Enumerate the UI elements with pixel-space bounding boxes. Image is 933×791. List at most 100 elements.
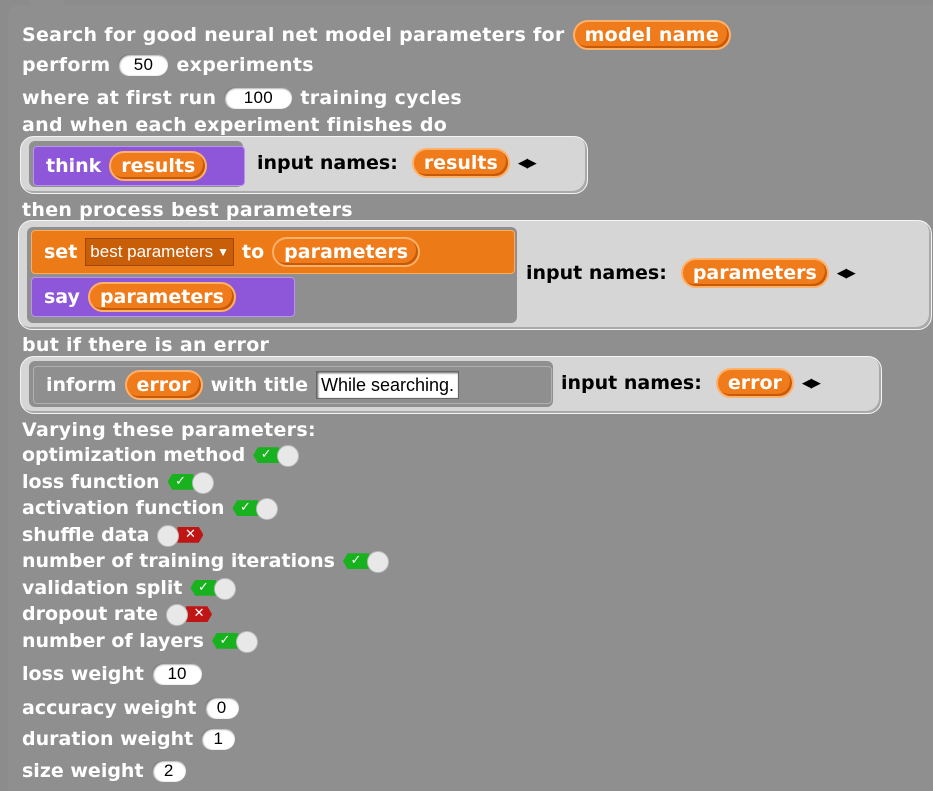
perform-line: perform 50 experiments: [22, 54, 314, 76]
with-title-label: with title: [210, 374, 308, 396]
parameter-toggle-off[interactable]: ✕: [164, 603, 216, 627]
think-block[interactable]: think results: [33, 146, 245, 186]
x-icon: ✕: [177, 526, 204, 543]
say-parameters-reporter[interactable]: parameters: [87, 282, 236, 312]
parameters-reporter[interactable]: parameters: [272, 237, 421, 267]
weight-row: accuracy weight 0: [22, 695, 239, 722]
results-reporter[interactable]: results: [109, 151, 208, 181]
parameter-row: number of layers ✓: [22, 628, 393, 655]
when-finishes-line: and when each experiment finishes do: [22, 114, 447, 136]
say-block[interactable]: say parameters: [31, 277, 295, 317]
error-line: but if there is an error: [22, 334, 269, 356]
input-names-label: input names:: [257, 152, 398, 174]
parameter-label: dropout rate: [22, 603, 159, 626]
parameter-list: optimization method ✓ loss function ✓ activa…: [22, 442, 393, 654]
training-cycles-input[interactable]: 100: [224, 87, 293, 109]
weight-label: accuracy weight: [22, 697, 197, 720]
results-input-name[interactable]: results: [411, 148, 510, 178]
parameter-row: dropout rate ✕: [22, 601, 393, 628]
inform-block[interactable]: inform error with title While searching.: [33, 366, 552, 404]
toggle-knob: [157, 524, 180, 547]
dropdown-arrow-icon: ▼: [217, 245, 230, 259]
finish-ring[interactable]: think results input names: results ◀▶: [20, 136, 588, 194]
parameter-toggle-on[interactable]: ✓: [188, 577, 240, 600]
toggle-knob: [235, 630, 258, 653]
parameter-row: activation function ✓: [22, 495, 393, 522]
error-ring[interactable]: inform error with title While searching.…: [20, 356, 882, 414]
experiments-count-input[interactable]: 50: [118, 54, 169, 76]
weight-row: size weight 2: [22, 758, 186, 785]
perform-label: perform: [22, 54, 111, 76]
weight-row: duration weight 1: [22, 726, 236, 753]
weight-input[interactable]: 0: [204, 697, 239, 720]
checkmark-icon: ✓: [167, 473, 194, 490]
block-notch: [30, 0, 64, 10]
toggle-knob: [256, 498, 279, 521]
parameter-label: validation split: [22, 576, 183, 599]
parameters-input-name[interactable]: parameters: [680, 258, 829, 288]
parameter-row: validation split ✓: [22, 575, 393, 602]
checkmark-icon: ✓: [342, 553, 369, 570]
best-ring-inputs: input names: parameters ◀▶: [526, 258, 856, 288]
parameter-toggle-on[interactable]: ✓: [251, 444, 303, 468]
first-run-label: where at first run: [22, 87, 217, 109]
error-reporter[interactable]: error: [124, 370, 203, 400]
title-input[interactable]: While searching.: [315, 371, 460, 399]
arrows-icon[interactable]: ◀▶: [837, 266, 856, 281]
weight-label: size weight: [22, 760, 144, 783]
input-names-label: input names:: [561, 372, 702, 394]
varying-line: Varying these parameters:: [22, 419, 316, 441]
toggle-knob: [366, 551, 389, 574]
arrows-icon[interactable]: ◀▶: [802, 376, 821, 391]
parameter-label: activation function: [22, 497, 225, 520]
parameter-toggle-on[interactable]: ✓: [230, 497, 282, 521]
varying-label: Varying these parameters:: [22, 419, 316, 441]
error-label: but if there is an error: [22, 334, 270, 356]
error-input-name[interactable]: error: [715, 368, 794, 398]
checkmark-icon: ✓: [211, 632, 238, 649]
say-label: say: [44, 286, 80, 308]
model-name-reporter[interactable]: model name: [572, 20, 732, 50]
neural-net-search-block[interactable]: Search for good neural net model paramet…: [8, 0, 933, 791]
toggle-knob: [191, 471, 214, 494]
input-names-label: input names:: [526, 262, 667, 284]
arrows-icon[interactable]: ◀▶: [518, 156, 537, 171]
checkmark-icon: ✓: [232, 500, 259, 517]
toggle-knob: [166, 604, 189, 627]
set-variable-block[interactable]: set best parameters ▼ to parameters: [31, 230, 515, 274]
variable-name: best parameters: [90, 242, 214, 261]
parameter-label: shuffle data: [22, 523, 150, 546]
parameter-row: loss function ✓: [22, 469, 393, 496]
weight-input[interactable]: 2: [151, 760, 186, 783]
finish-ring-inputs: input names: results ◀▶: [257, 148, 537, 178]
think-label: think: [46, 155, 102, 177]
set-label: set: [44, 241, 78, 263]
parameter-toggle-off[interactable]: ✕: [155, 524, 207, 547]
weight-label: loss weight: [22, 663, 144, 686]
best-parameters-ring[interactable]: set best parameters ▼ to parameters say …: [18, 220, 932, 330]
experiments-label: experiments: [176, 54, 314, 76]
parameter-row: optimization method ✓: [22, 442, 393, 469]
when-finishes-label: and when each experiment finishes do: [22, 114, 448, 136]
to-label: to: [242, 241, 265, 263]
weight-input[interactable]: 1: [201, 728, 236, 751]
process-label: then process best parameters: [22, 199, 353, 221]
parameter-toggle-on[interactable]: ✓: [166, 471, 218, 494]
toggle-knob: [214, 577, 237, 600]
block-title: Search for good neural net model paramet…: [22, 24, 565, 46]
error-ring-inputs: input names: error ◀▶: [561, 368, 821, 398]
training-cycles-label: training cycles: [300, 87, 463, 109]
parameter-row: shuffle data ✕: [22, 522, 393, 549]
variable-dropdown[interactable]: best parameters ▼: [85, 238, 235, 266]
parameter-label: optimization method: [22, 444, 246, 467]
weight-input[interactable]: 10: [151, 663, 202, 686]
first-run-line: where at first run 100 training cycles: [22, 87, 462, 109]
weight-row: loss weight 10: [22, 661, 202, 688]
parameter-toggle-on[interactable]: ✓: [210, 630, 262, 653]
parameter-toggle-on[interactable]: ✓: [341, 550, 393, 574]
checkmark-icon: ✓: [253, 447, 280, 464]
parameter-label: loss function: [22, 470, 160, 493]
weight-label: duration weight: [22, 728, 194, 751]
inform-label: inform: [46, 374, 117, 396]
process-line: then process best parameters: [22, 199, 353, 221]
